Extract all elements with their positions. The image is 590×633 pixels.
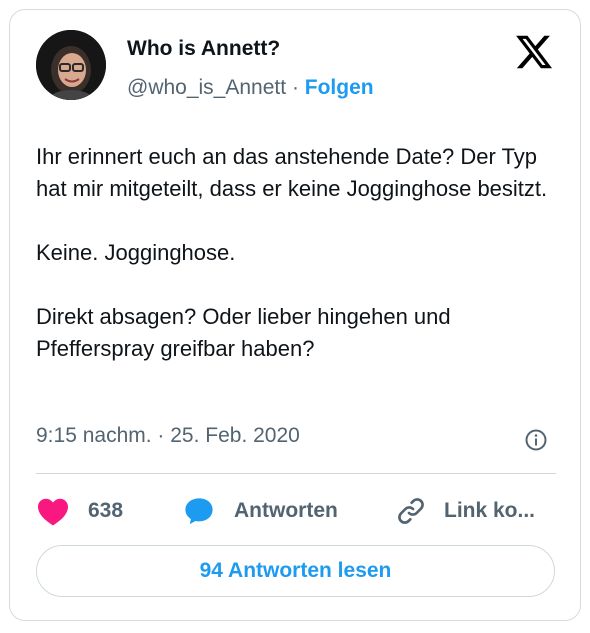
tweet-paragraph: Ihr erinnert euch an das anstehende Date… bbox=[36, 144, 548, 201]
author-handle[interactable]: @who_is_Annett bbox=[127, 76, 286, 99]
tweet-timestamp[interactable]: 9:15 nachm. · 25. Feb. 2020 bbox=[36, 424, 300, 448]
tweet-text: Ihr erinnert euch an das anstehende Date… bbox=[36, 141, 556, 365]
reply-button[interactable]: Antworten bbox=[182, 494, 338, 528]
like-count: 638 bbox=[88, 499, 124, 522]
separator-dot: · bbox=[291, 76, 299, 99]
reply-bubble-icon bbox=[182, 495, 216, 527]
copy-link-button[interactable]: Link ko... bbox=[395, 494, 535, 528]
follow-button[interactable]: Folgen bbox=[305, 76, 374, 99]
like-button[interactable]: 638 bbox=[36, 494, 123, 528]
avatar[interactable] bbox=[36, 30, 106, 100]
heart-icon bbox=[36, 496, 70, 526]
info-icon[interactable] bbox=[524, 428, 548, 452]
author-handle-row: @who_is_Annett · Folgen bbox=[127, 76, 374, 100]
copy-link-label: Link ko... bbox=[444, 499, 536, 522]
link-icon bbox=[395, 495, 427, 527]
tweet-card: Who is Annett? @who_is_Annett · Folgen I… bbox=[9, 9, 581, 621]
x-logo-icon[interactable] bbox=[514, 32, 554, 72]
author-name[interactable]: Who is Annett? bbox=[127, 37, 280, 61]
tweet-paragraph: Direkt absagen? Oder lieber hingehen und… bbox=[36, 304, 451, 361]
reply-label: Antworten bbox=[234, 499, 338, 522]
tweet-paragraph: Keine. Jogginghose. bbox=[36, 240, 236, 265]
read-replies-button[interactable]: 94 Antworten lesen bbox=[36, 545, 555, 597]
divider bbox=[36, 473, 556, 474]
